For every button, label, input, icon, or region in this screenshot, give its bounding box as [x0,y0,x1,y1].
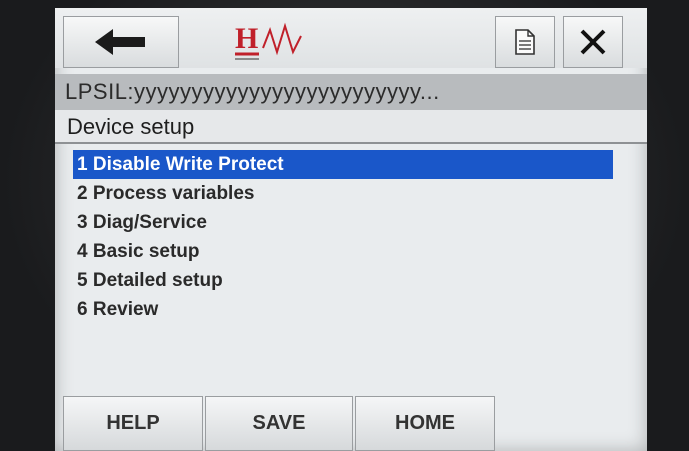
device-screen: H LPSIL:yyyyyyyyyyyyyyyyyyyyyyyyy... Dev… [55,8,647,451]
left-arrow-icon [95,29,145,55]
close-button[interactable] [563,16,623,68]
page-title: Device setup [55,110,647,144]
save-button[interactable]: SAVE [205,396,353,451]
logo-letter: H [235,22,258,55]
menu-item-disable-write-protect[interactable]: 1 Disable Write Protect [73,150,613,179]
softkey-bar: HELP SAVE HOME [63,396,647,451]
back-button[interactable] [63,16,179,68]
menu-item-process-variables[interactable]: 2 Process variables [73,179,613,208]
menu-item-diag-service[interactable]: 3 Diag/Service [73,208,613,237]
document-icon [515,29,535,55]
close-x-icon [580,29,606,55]
hw-logo: H [233,18,313,64]
menu-item-review[interactable]: 6 Review [73,295,613,324]
document-button[interactable] [495,16,555,68]
menu-item-basic-setup[interactable]: 4 Basic setup [73,237,613,266]
help-button[interactable]: HELP [63,396,203,451]
menu-list: 1 Disable Write Protect 2 Process variab… [73,150,613,324]
device-tag: LPSIL:yyyyyyyyyyyyyyyyyyyyyyyyy... [55,74,647,110]
menu-item-detailed-setup[interactable]: 5 Detailed setup [73,266,613,295]
top-toolbar: H [55,8,647,68]
home-button[interactable]: HOME [355,396,495,451]
